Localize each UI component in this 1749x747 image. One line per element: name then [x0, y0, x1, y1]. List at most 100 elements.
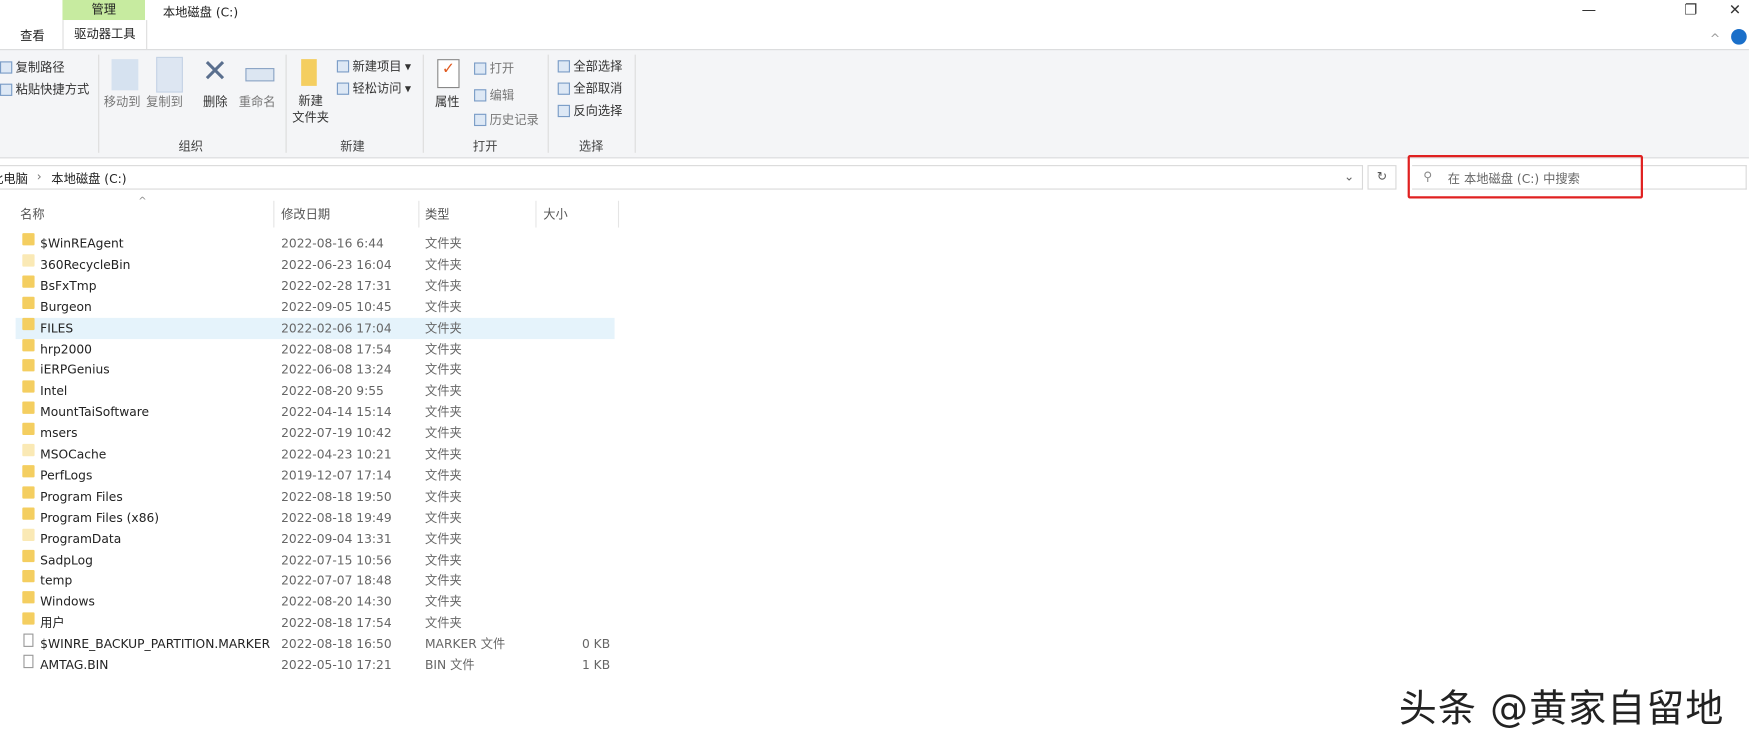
file-name: BsFxTmp: [40, 278, 97, 294]
new-item-button[interactable]: 新建项目 ▾: [336, 57, 411, 75]
file-row[interactable]: MSOCache 2022-04-23 10:21 文件夹: [16, 443, 615, 465]
file-name: PerfLogs: [40, 468, 93, 483]
file-date: 2022-09-05 10:45: [281, 299, 392, 315]
tab-view[interactable]: 查看: [20, 27, 45, 45]
refresh-button[interactable]: ↻: [1367, 165, 1397, 190]
select-none-button[interactable]: 全部取消: [557, 79, 622, 97]
folder-icon: [22, 317, 35, 330]
file-row[interactable]: Windows 2022-08-20 14:30 文件夹: [16, 591, 615, 612]
file-name: SadpLog: [40, 552, 93, 568]
open-label: 打开: [489, 61, 515, 76]
open-button[interactable]: 打开: [474, 59, 514, 77]
file-row[interactable]: $WinREAgent 2022-08-16 6:44 文件夹: [16, 233, 615, 254]
edit-button[interactable]: 编辑: [474, 86, 514, 104]
file-type: 文件夹: [424, 615, 462, 631]
invert-selection-button[interactable]: 反向选择: [557, 102, 622, 120]
file-name: ProgramData: [40, 531, 122, 547]
file-type: 文件夹: [424, 594, 462, 610]
file-icon: [23, 654, 34, 669]
column-header-size[interactable]: 大小: [543, 205, 568, 223]
file-row[interactable]: BsFxTmp 2022-02-28 17:31 文件夹: [16, 275, 615, 296]
tab-drive-tools[interactable]: 驱动器工具: [62, 20, 148, 50]
file-row[interactable]: ProgramData 2022-09-04 13:31 文件夹: [16, 528, 615, 549]
move-to-button[interactable]: 移动到: [104, 94, 141, 111]
group-divider: [547, 54, 549, 153]
chevron-down-icon[interactable]: ⌄: [1344, 170, 1354, 185]
file-name: Intel: [40, 384, 68, 399]
file-row[interactable]: MountTaiSoftware 2022-04-14 15:14 文件夹: [16, 401, 615, 423]
folder-icon: [22, 507, 35, 520]
delete-button[interactable]: 删除: [203, 94, 228, 111]
file-name: 360RecycleBin: [40, 257, 131, 273]
file-name: Burgeon: [40, 299, 92, 315]
address-bar[interactable]: 此电脑 › 本地磁盘 (C:) ⌄: [0, 165, 1364, 190]
copy-path-button[interactable]: 复制路径: [0, 58, 65, 76]
file-row[interactable]: 360RecycleBin 2022-06-23 16:04 文件夹: [16, 254, 615, 275]
folder-icon: [22, 296, 35, 309]
rename-button[interactable]: 重命名: [239, 94, 276, 111]
file-row[interactable]: 用户 2022-08-18 17:54 文件夹: [16, 612, 615, 634]
minimize-button[interactable]: —: [1582, 2, 1597, 19]
group-divider: [634, 54, 636, 153]
group-divider: [422, 54, 424, 153]
file-row[interactable]: $WINRE_BACKUP_PARTITION.MARKER 2022-08-18…: [16, 633, 615, 655]
file-row[interactable]: iERPGenius 2022-06-08 13:24 文件夹: [16, 359, 615, 381]
file-row[interactable]: PerfLogs 2019-12-07 17:14 文件夹: [16, 464, 615, 486]
file-row[interactable]: Program Files (x86) 2022-08-18 19:49 文件夹: [16, 507, 615, 528]
folder-icon: [22, 359, 35, 372]
refresh-icon: ↻: [1376, 169, 1388, 185]
file-row[interactable]: FILES 2022-02-06 17:04 文件夹: [15, 317, 615, 339]
help-icon[interactable]: [1731, 29, 1747, 45]
open-icon: [474, 61, 487, 75]
close-button[interactable]: ✕: [1729, 2, 1741, 19]
properties-button[interactable]: 属性: [435, 94, 460, 111]
search-highlight-box: [1407, 155, 1643, 199]
file-row[interactable]: Program Files 2022-08-18 19:50 文件夹: [16, 486, 615, 507]
file-row[interactable]: AMTAG.BIN 2022-05-10 17:21 BIN 文件 1 KB: [16, 654, 615, 676]
select-all-label: 全部选择: [573, 59, 623, 74]
file-icon: [23, 633, 34, 648]
restore-button[interactable]: ❐: [1684, 2, 1697, 19]
collapse-ribbon-icon[interactable]: ^: [1710, 31, 1720, 46]
new-folder-button[interactable]: 新建 文件夹: [292, 93, 329, 126]
easy-access-label: 轻松访问: [352, 81, 402, 96]
move-to-icon: [111, 59, 139, 91]
file-row[interactable]: Intel 2022-08-20 9:55 文件夹: [16, 380, 615, 402]
file-row[interactable]: Burgeon 2022-09-05 10:45 文件夹: [16, 296, 615, 317]
breadcrumb-separator[interactable]: ›: [37, 170, 42, 185]
column-divider[interactable]: [418, 200, 420, 228]
breadcrumb-c-drive[interactable]: 本地磁盘 (C:): [51, 170, 126, 188]
paste-shortcut-button[interactable]: 粘贴快捷方式: [0, 80, 89, 98]
edit-icon: [474, 88, 487, 101]
select-all-button[interactable]: 全部选择: [557, 57, 623, 75]
file-type: 文件夹: [424, 468, 462, 483]
file-type: 文件夹: [424, 531, 462, 547]
column-header-type[interactable]: 类型: [425, 205, 450, 223]
column-divider[interactable]: [617, 200, 620, 228]
invert-selection-icon: [557, 104, 570, 117]
folder-icon: [22, 422, 35, 436]
copy-path-icon: [0, 60, 13, 74]
column-header-date[interactable]: 修改日期: [281, 205, 330, 223]
file-row[interactable]: temp 2022-07-07 18:48 文件夹: [16, 570, 615, 591]
file-type: 文件夹: [424, 384, 462, 399]
column-header-name[interactable]: 名称: [20, 205, 45, 223]
copy-to-button[interactable]: 复制到: [146, 94, 183, 111]
file-date: 2022-04-14 15:14: [281, 405, 392, 420]
history-button[interactable]: 历史记录: [474, 110, 539, 128]
breadcrumb-this-pc[interactable]: 此电脑: [0, 170, 28, 188]
folder-icon: [22, 464, 35, 478]
file-date: 2022-06-23 16:04: [281, 257, 392, 273]
folder-icon: [22, 486, 35, 499]
file-row[interactable]: hrp2000 2022-08-08 17:54 文件夹: [16, 338, 615, 360]
properties-icon: ✓: [437, 59, 460, 89]
history-label: 历史记录: [489, 112, 539, 128]
easy-access-button[interactable]: 轻松访问 ▾: [336, 79, 411, 97]
file-row[interactable]: SadpLog 2022-07-15 10:56 文件夹: [16, 549, 615, 570]
column-divider[interactable]: [273, 200, 275, 228]
file-type: BIN 文件: [424, 658, 475, 673]
file-date: 2022-08-08 17:54: [281, 341, 392, 357]
column-divider[interactable]: [535, 200, 537, 228]
file-row[interactable]: msers 2022-07-19 10:42 文件夹: [16, 422, 615, 444]
file-date: 2022-08-18 19:49: [281, 510, 392, 526]
